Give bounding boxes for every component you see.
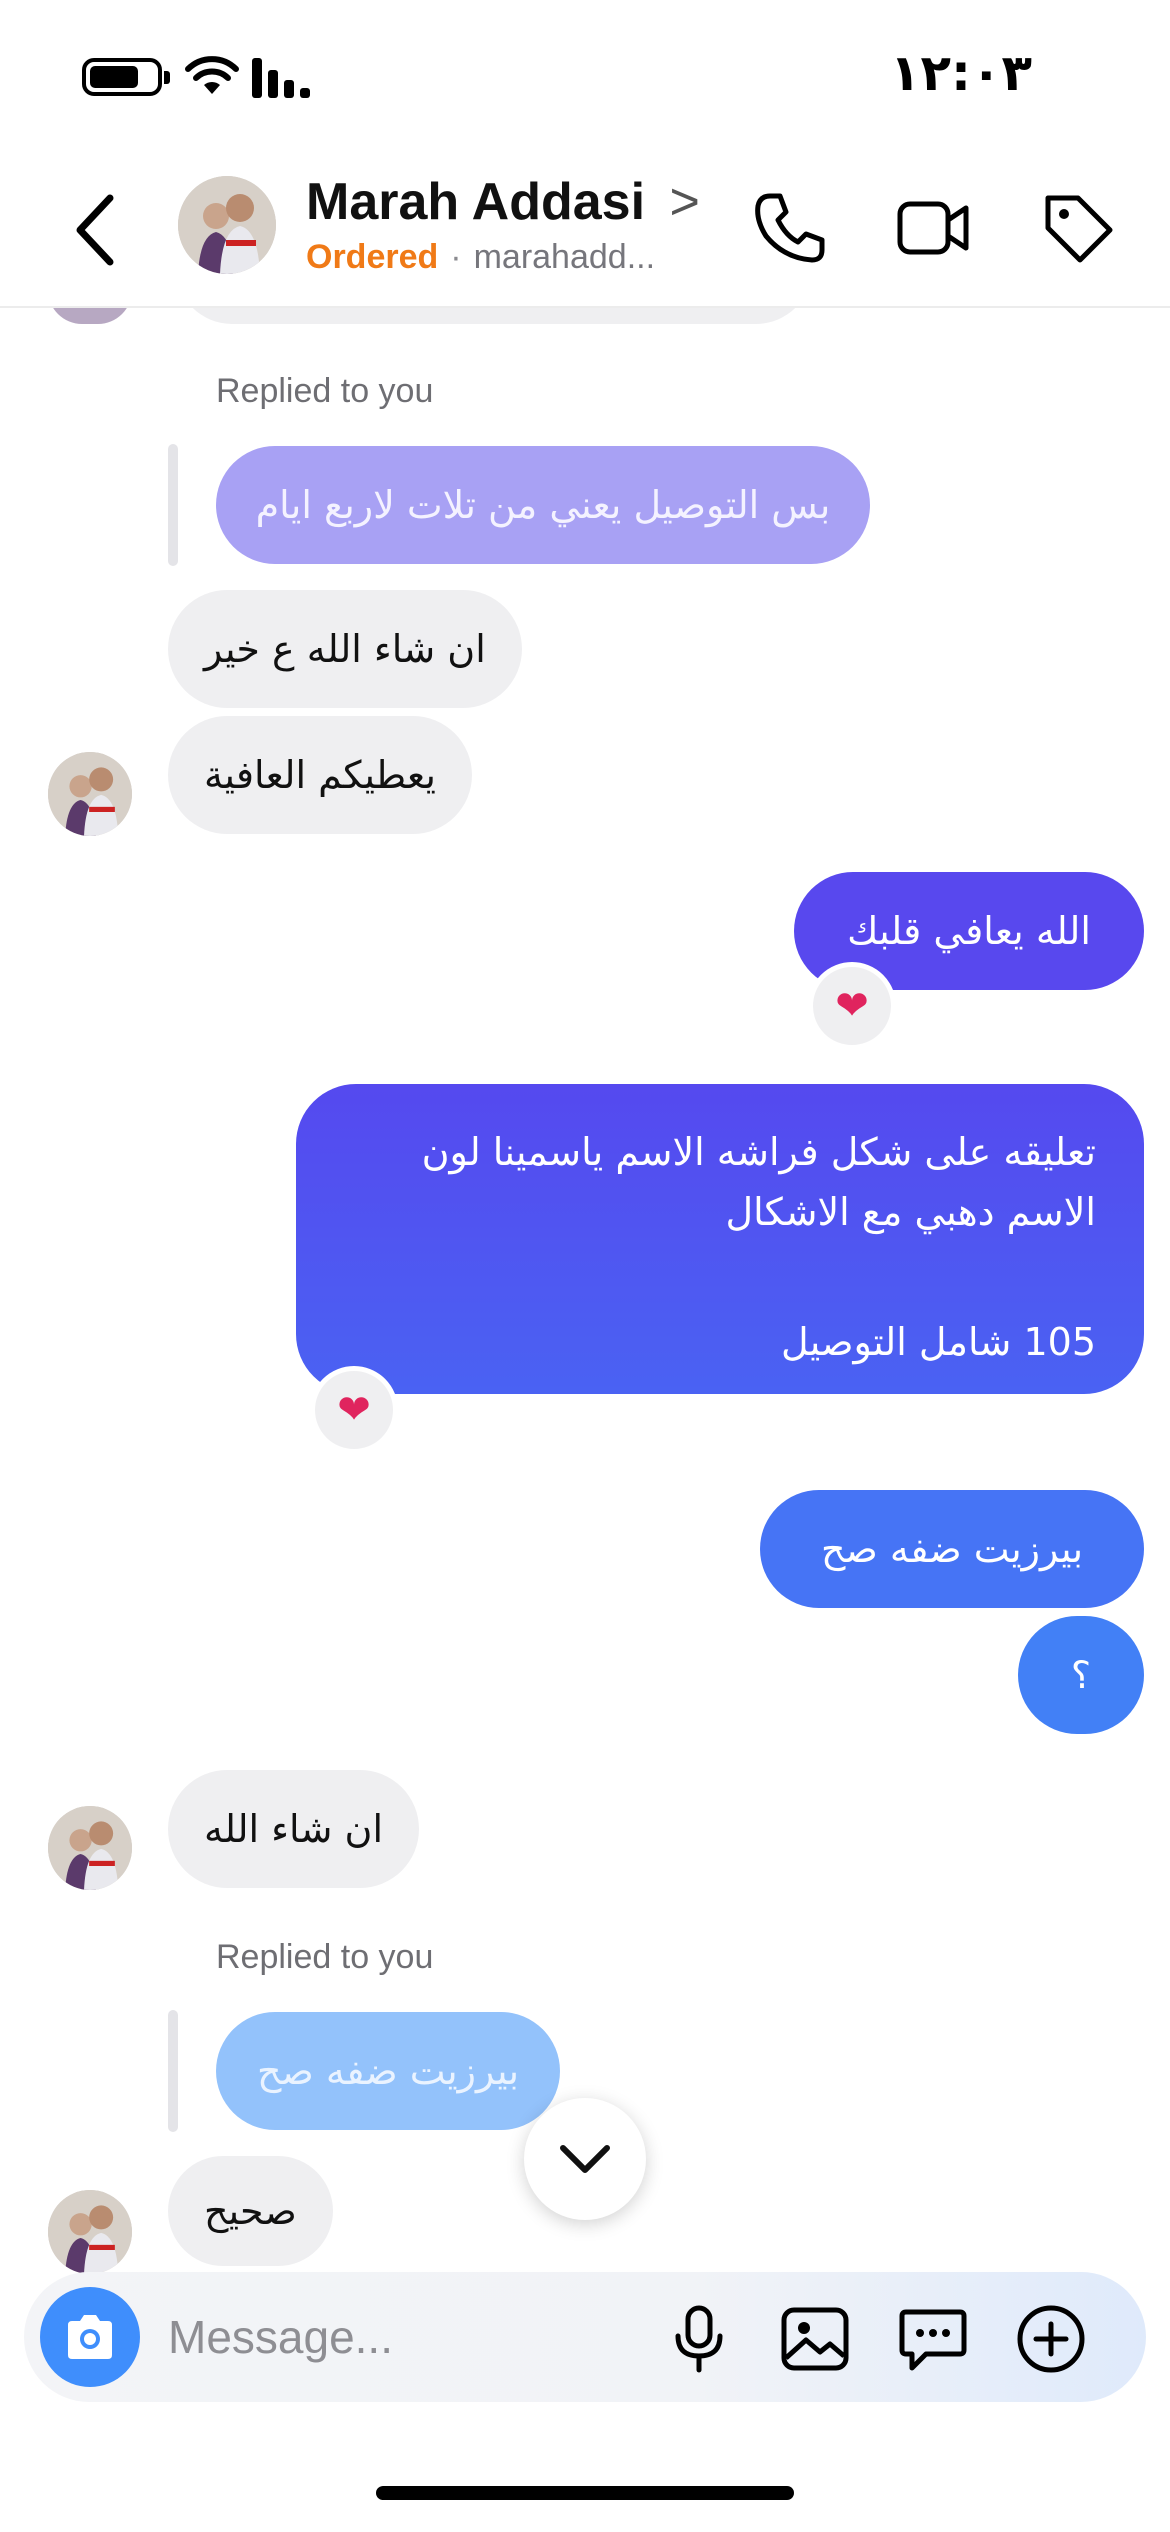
quoted-message[interactable]: بيرزيت ضفه صح xyxy=(216,2012,560,2130)
incoming-message[interactable]: ان شاء الله xyxy=(168,1770,419,1888)
plus-circle-icon[interactable] xyxy=(1014,2302,1088,2376)
phone-icon[interactable] xyxy=(752,190,828,266)
outgoing-message[interactable]: ؟ xyxy=(1018,1616,1144,1734)
sender-avatar[interactable] xyxy=(48,1806,132,1890)
reply-bar xyxy=(168,444,178,566)
contact-name[interactable]: Marah Addasi > xyxy=(306,172,700,232)
camera-icon xyxy=(68,2315,112,2359)
outgoing-message[interactable]: بيرزيت ضفه صح xyxy=(760,1490,1144,1608)
microphone-icon[interactable] xyxy=(662,2302,736,2376)
reply-bar xyxy=(168,2010,178,2132)
sender-avatar[interactable] xyxy=(48,2190,132,2274)
chat-bubble-icon[interactable] xyxy=(896,2302,970,2376)
chevron-down-icon xyxy=(560,2145,610,2173)
signal-icon xyxy=(252,58,310,98)
battery-icon xyxy=(82,58,170,96)
home-indicator[interactable] xyxy=(376,2486,794,2500)
contact-avatar[interactable] xyxy=(178,176,276,274)
camera-button[interactable] xyxy=(40,2287,140,2387)
tag-icon[interactable] xyxy=(1040,190,1116,266)
replied-label: Replied to you xyxy=(216,1938,434,1976)
scroll-to-bottom-button[interactable] xyxy=(524,2098,646,2220)
sender-avatar[interactable] xyxy=(48,752,132,836)
order-status: Ordered xyxy=(306,238,439,276)
chevron-left-icon[interactable] xyxy=(70,190,120,270)
message-input[interactable] xyxy=(168,2302,618,2372)
status-time: ١٢:٠٣ xyxy=(889,44,1032,102)
incoming-message[interactable]: صحيح xyxy=(168,2156,333,2266)
wifi-icon xyxy=(185,56,239,94)
contact-handle: marahadd... xyxy=(473,238,656,276)
outgoing-message-multiline[interactable]: تعليقه على شكل فراشه الاسم ياسمينا لون ا… xyxy=(296,1084,1144,1394)
image-icon[interactable] xyxy=(778,2302,852,2376)
name-chevron-icon[interactable]: > xyxy=(670,173,700,231)
quoted-message[interactable]: بس التوصيل يعني من تلات لاربع ايام xyxy=(216,446,870,564)
contact-subtitle: Ordered · marahadd... xyxy=(306,238,656,276)
replied-label: Replied to you xyxy=(216,372,434,410)
heart-reaction[interactable]: ❤ xyxy=(808,962,896,1050)
message-composer xyxy=(24,2272,1146,2402)
heart-reaction[interactable]: ❤ xyxy=(310,1366,398,1454)
incoming-message[interactable]: يعطيكم العافية xyxy=(168,716,472,834)
incoming-message[interactable]: ان شاء الله ع خير xyxy=(168,590,522,708)
chat-header: Marah Addasi > Ordered · marahadd... xyxy=(0,160,1170,308)
video-icon[interactable] xyxy=(896,190,972,266)
